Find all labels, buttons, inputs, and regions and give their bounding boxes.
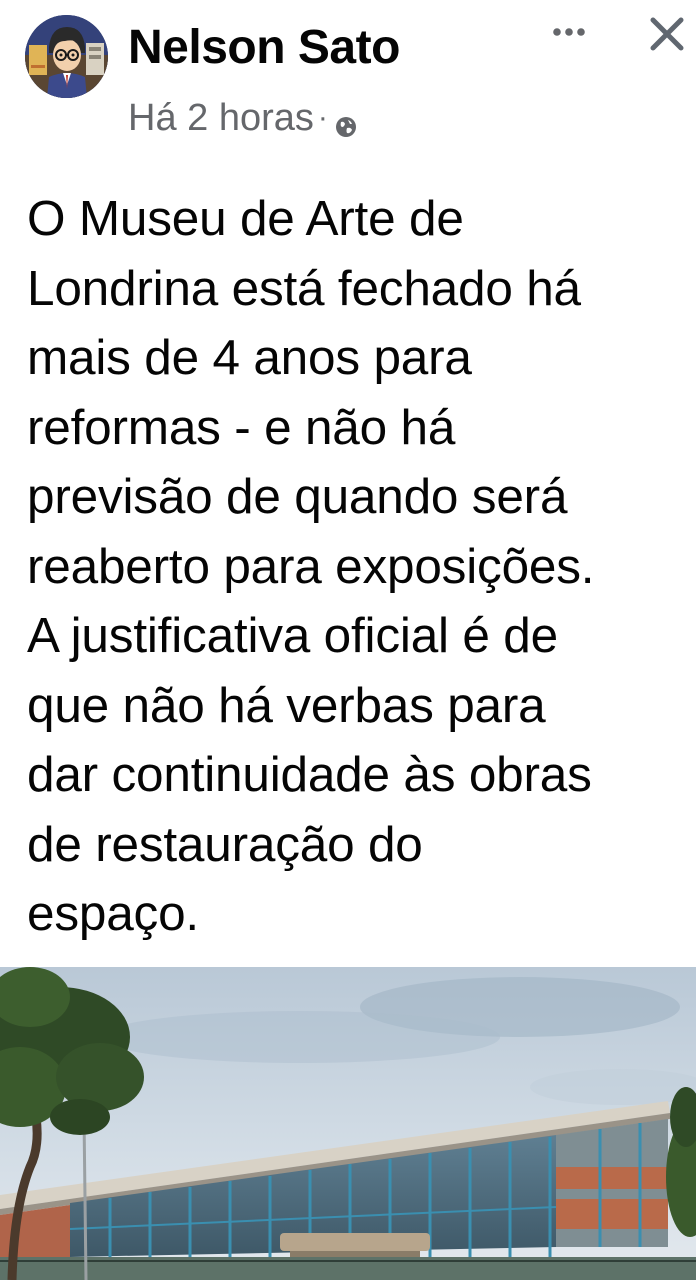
- close-button[interactable]: [640, 8, 694, 60]
- close-icon: [650, 17, 684, 51]
- globe-icon: [334, 106, 358, 137]
- post-meta: Há 2 horas ·: [128, 95, 358, 141]
- museum-building-photo[interactable]: [0, 967, 696, 1280]
- more-options-button[interactable]: [545, 10, 593, 54]
- author-name[interactable]: Nelson Sato: [128, 20, 400, 76]
- post-text: O Museu de Arte de Londrina está fechado…: [27, 191, 595, 941]
- feed-post: Nelson Sato Há 2 horas · O Museu de Arte: [0, 0, 696, 1280]
- meta-separator: ·: [317, 101, 328, 134]
- post-timestamp[interactable]: Há 2 horas: [128, 97, 314, 140]
- more-options-icon: [553, 28, 585, 36]
- author-avatar[interactable]: [25, 15, 108, 98]
- cartoon-avatar-icon: [25, 15, 108, 98]
